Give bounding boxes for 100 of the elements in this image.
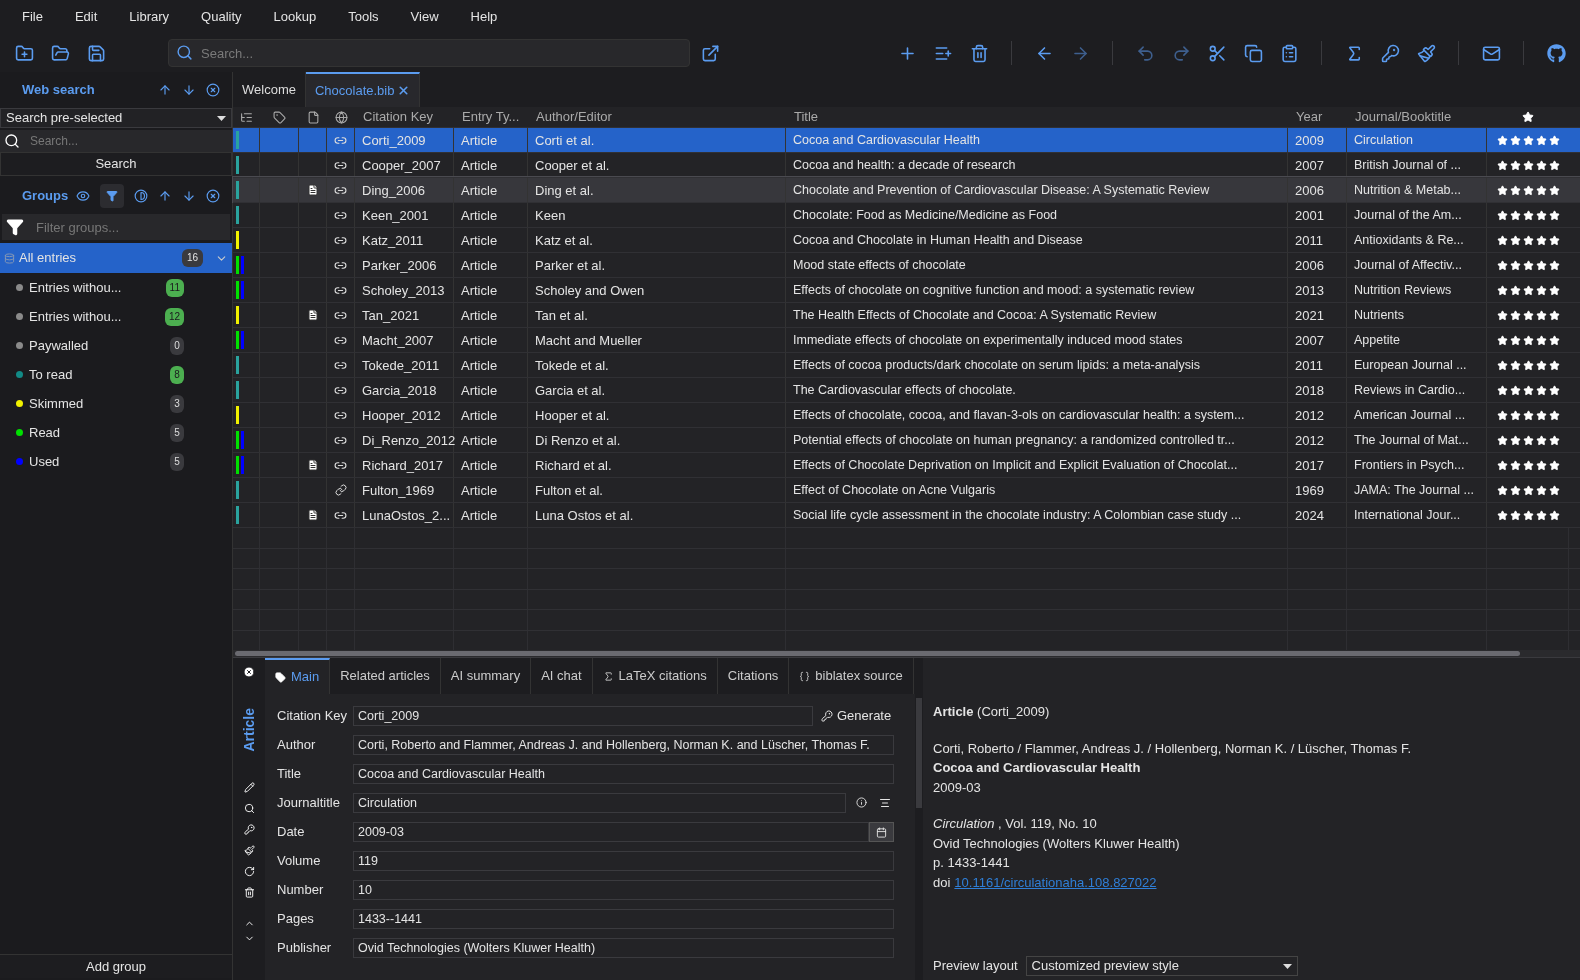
doi-link[interactable]: 10.1161/circulationaha.108.827022 bbox=[954, 872, 1157, 892]
star-icon[interactable] bbox=[1509, 359, 1521, 371]
star-icon[interactable] bbox=[1548, 484, 1560, 496]
calendar-button[interactable] bbox=[869, 822, 894, 842]
key-icon[interactable] bbox=[243, 823, 255, 835]
table-row[interactable]: Tokede_2011 Article Tokede et al. Effects of cocoa products/dark chocolate on serum lipids: a meta-analysis 2011 European Journal ... bbox=[233, 352, 1580, 378]
pdf-icon[interactable] bbox=[306, 459, 319, 472]
eye-icon[interactable] bbox=[76, 189, 90, 203]
star-icon[interactable] bbox=[1522, 334, 1534, 346]
star-icon[interactable] bbox=[1509, 459, 1521, 471]
star-icon[interactable] bbox=[1535, 484, 1547, 496]
table-row[interactable]: Di_Renzo_2012 Article Di Renzo et al. Potential effects of chocolate on human pregnancy: a randomized controlled tr... 2012 The Journal of Mat... bbox=[233, 427, 1580, 453]
star-icon[interactable] bbox=[1496, 509, 1508, 521]
star-icon[interactable] bbox=[1535, 334, 1547, 346]
group-item[interactable]: Entries withou... 12 bbox=[0, 302, 232, 331]
star-icon[interactable] bbox=[1522, 434, 1534, 446]
info-icon[interactable] bbox=[856, 797, 867, 808]
star-rating[interactable] bbox=[1496, 434, 1560, 446]
menu-item[interactable]: Edit bbox=[64, 7, 108, 27]
fetcher-dropdown[interactable]: Search pre-selected bbox=[0, 108, 232, 128]
star-icon[interactable] bbox=[1496, 234, 1508, 246]
menu-item[interactable]: Help bbox=[460, 7, 508, 27]
star-icon[interactable] bbox=[1522, 184, 1534, 196]
contrast-icon[interactable] bbox=[134, 189, 148, 203]
align-icon[interactable] bbox=[879, 797, 891, 809]
star-icon[interactable] bbox=[1522, 359, 1534, 371]
star-icon[interactable] bbox=[1496, 459, 1508, 471]
text-field[interactable]: Corti_2009 bbox=[353, 706, 813, 726]
editor-tab[interactable]: AI chat bbox=[531, 658, 593, 694]
table-row[interactable]: Cooper_2007 Article Cooper et al. Cocoa and health: a decade of research 2007 British Journal of ... bbox=[233, 152, 1580, 178]
star-icon[interactable] bbox=[1509, 309, 1521, 321]
menu-item[interactable]: Lookup bbox=[263, 7, 327, 27]
star-icon[interactable] bbox=[1535, 434, 1547, 446]
group-item[interactable]: Used 5 bbox=[0, 447, 232, 476]
star-icon[interactable] bbox=[1496, 334, 1508, 346]
table-row[interactable]: Macht_2007 Article Macht and Mueller Immediate effects of chocolate on experimentally induced mood states 2007 Appetite bbox=[233, 327, 1580, 353]
star-icon[interactable] bbox=[1509, 259, 1521, 271]
column-header[interactable]: Author/Editor bbox=[528, 107, 786, 127]
menu-item[interactable]: Library bbox=[119, 7, 180, 27]
close-icon[interactable] bbox=[243, 666, 255, 678]
star-icon[interactable] bbox=[1535, 234, 1547, 246]
star-icon[interactable] bbox=[1535, 159, 1547, 171]
text-field[interactable]: 10 bbox=[353, 880, 894, 900]
generate-button[interactable]: Generate bbox=[821, 706, 892, 726]
star-icon[interactable] bbox=[1548, 159, 1560, 171]
web-search-field[interactable]: Search... bbox=[0, 130, 232, 152]
group-item[interactable]: To read 8 bbox=[0, 360, 232, 389]
group-item[interactable]: Paywalled 0 bbox=[0, 331, 232, 360]
text-field[interactable]: 1433--1441 bbox=[353, 909, 894, 929]
star-rating[interactable] bbox=[1496, 184, 1560, 196]
link-icon[interactable] bbox=[334, 484, 347, 497]
star-icon[interactable] bbox=[1548, 134, 1560, 146]
preview-layout-dropdown[interactable]: Customized preview style bbox=[1025, 956, 1298, 976]
close-icon[interactable] bbox=[206, 189, 220, 203]
star-icon[interactable] bbox=[1535, 459, 1547, 471]
star-rating[interactable] bbox=[1496, 409, 1560, 421]
text-field[interactable]: 119 bbox=[353, 851, 894, 871]
star-icon[interactable] bbox=[1522, 484, 1534, 496]
star-icon[interactable] bbox=[1496, 134, 1508, 146]
star-icon[interactable] bbox=[1496, 159, 1508, 171]
table-row[interactable]: Tan_2021 Article Tan et al. The Health Effects of Chocolate and Cocoa: A Systematic Review 2021 Nutrients bbox=[233, 302, 1580, 328]
star-icon[interactable] bbox=[1535, 209, 1547, 221]
search-field[interactable]: Search... bbox=[168, 39, 690, 67]
star-icon[interactable] bbox=[1496, 384, 1508, 396]
star-rating[interactable] bbox=[1496, 384, 1560, 396]
star-icon[interactable] bbox=[1522, 459, 1534, 471]
file-icon[interactable] bbox=[306, 110, 320, 124]
star-icon[interactable] bbox=[1535, 509, 1547, 521]
star-icon[interactable] bbox=[1522, 111, 1534, 124]
star-icon[interactable] bbox=[1548, 209, 1560, 221]
star-icon[interactable] bbox=[1509, 159, 1521, 171]
tree-icon[interactable] bbox=[240, 110, 253, 124]
editor-tab[interactable]: Main bbox=[265, 658, 331, 694]
text-field[interactable]: Cocoa and Cardiovascular Health bbox=[353, 764, 894, 784]
scrollbar[interactable] bbox=[235, 651, 1520, 657]
star-rating[interactable] bbox=[1496, 134, 1560, 146]
star-rating[interactable] bbox=[1496, 234, 1560, 246]
group-item[interactable]: All entries 16 bbox=[0, 243, 232, 273]
refresh-icon[interactable] bbox=[243, 865, 255, 877]
menu-item[interactable]: View bbox=[400, 7, 449, 27]
star-rating[interactable] bbox=[1496, 284, 1560, 296]
star-icon[interactable] bbox=[1509, 509, 1521, 521]
star-icon[interactable] bbox=[1535, 409, 1547, 421]
text-field[interactable]: Circulation bbox=[353, 793, 846, 813]
star-icon[interactable] bbox=[1522, 134, 1534, 146]
table-row[interactable]: Katz_2011 Article Katz et al. Cocoa and Chocolate in Human Health and Disease 2011 Antioxidants & Re... bbox=[233, 227, 1580, 253]
star-icon[interactable] bbox=[1509, 234, 1521, 246]
table-row[interactable]: Scholey_2013 Article Scholey and Owen Effects of chocolate on cognitive function and mood: a systematic review 2013 Nutrition Reviews bbox=[233, 277, 1580, 303]
star-icon[interactable] bbox=[1496, 184, 1508, 196]
entry-type-label[interactable]: Article bbox=[238, 708, 260, 752]
star-icon[interactable] bbox=[1548, 459, 1560, 471]
star-icon[interactable] bbox=[1496, 409, 1508, 421]
star-icon[interactable] bbox=[1496, 484, 1508, 496]
close-icon[interactable] bbox=[206, 83, 220, 97]
table-row[interactable]: Parker_2006 Article Parker et al. Mood state effects of chocolate 2006 Journal of Affectiv... bbox=[233, 252, 1580, 278]
star-icon[interactable] bbox=[1535, 259, 1547, 271]
group-item[interactable]: Read 5 bbox=[0, 418, 232, 447]
star-icon[interactable] bbox=[1548, 234, 1560, 246]
star-icon[interactable] bbox=[1548, 259, 1560, 271]
delete-icon[interactable] bbox=[243, 886, 255, 898]
